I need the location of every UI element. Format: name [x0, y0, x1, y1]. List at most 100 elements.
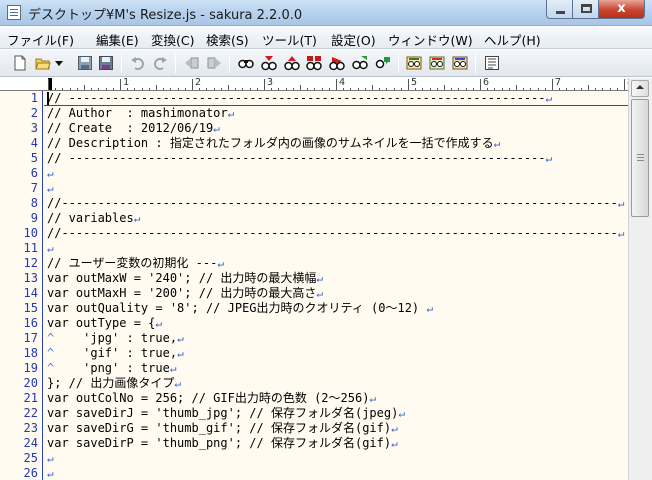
ruler-tick: [192, 79, 193, 90]
code-line[interactable]: // Description : 指定されたフォルダ内の画像のサムネイルを一括で…: [47, 136, 500, 151]
code-text: // ユーザー変数の初期化 ---: [47, 256, 218, 270]
tag-jump-back-icon[interactable]: [452, 55, 468, 71]
code-line[interactable]: }; // 出力画像タイプ↵: [47, 376, 181, 391]
menu-settings[interactable]: 設定(O): [331, 30, 376, 49]
code-line[interactable]: var saveDirP = 'thumb_png'; // 保存フォルダ名(g…: [47, 436, 398, 451]
eol-mark: ↵: [316, 287, 324, 300]
code-line[interactable]: var outMaxW = '240'; // 出力時の最大横幅↵: [47, 271, 323, 286]
search-icon[interactable]: [238, 55, 254, 71]
close-button[interactable]: x: [598, 0, 645, 19]
line-number: 23: [23, 421, 38, 435]
code-line[interactable]: ↵: [47, 466, 54, 480]
maximize-button[interactable]: [572, 0, 599, 19]
code-line[interactable]: // -------------------------------------…: [47, 91, 552, 106]
toolbar-separator: [121, 54, 122, 73]
code-line[interactable]: ↵: [47, 451, 54, 466]
code-line[interactable]: var saveDirJ = 'thumb_jpg'; // 保存フォルダ名(j…: [47, 406, 405, 421]
code-line[interactable]: ↵: [47, 241, 54, 256]
code-line[interactable]: // Create : 2012/06/19↵: [47, 121, 220, 136]
code-line[interactable]: ^ 'jpg' : true,↵: [47, 331, 184, 346]
code-text: 'png' : true: [54, 361, 170, 375]
scroll-up-button[interactable]: [631, 80, 649, 97]
eol-mark: ↵: [316, 272, 324, 285]
code-line[interactable]: ↵: [47, 166, 54, 181]
save-all-icon[interactable]: [98, 55, 114, 71]
ruler-tick: [48, 79, 49, 90]
eol-mark: ↵: [227, 107, 235, 120]
highlight-icon[interactable]: [329, 55, 345, 71]
menu-search[interactable]: 検索(S): [206, 30, 249, 49]
grep-icon[interactable]: [375, 55, 391, 71]
eol-mark: ↵: [493, 137, 501, 150]
code-line[interactable]: // variables↵: [47, 211, 140, 226]
search-next-icon[interactable]: [284, 55, 300, 71]
code-line[interactable]: var outType = {↵: [47, 316, 162, 331]
new-file-icon[interactable]: [12, 55, 28, 71]
code-text: var outType = {: [47, 316, 156, 330]
save-icon[interactable]: [77, 55, 93, 71]
line-number: 4: [30, 136, 38, 150]
line-number: 16: [23, 316, 38, 330]
open-file-icon[interactable]: [35, 55, 51, 71]
scroll-thumb[interactable]: [631, 99, 649, 217]
line-number: 18: [23, 346, 38, 360]
code-line[interactable]: // ユーザー変数の初期化 ---↵: [47, 256, 224, 271]
line-number: 5: [30, 151, 38, 165]
minimize-button[interactable]: [546, 0, 573, 19]
menu-file[interactable]: ファイル(F): [7, 30, 74, 49]
ruler-number: 6: [483, 78, 490, 88]
maximize-icon: [581, 4, 592, 13]
grep-replace-icon[interactable]: [406, 55, 422, 71]
vertical-scrollbar[interactable]: [628, 78, 652, 480]
ruler-tick: [624, 79, 625, 90]
menu-window[interactable]: ウィンドウ(W): [388, 30, 473, 49]
line-number: 26: [23, 466, 38, 480]
code-line[interactable]: var saveDirG = 'thumb_gif'; // 保存フォルダ名(g…: [47, 421, 398, 436]
line-number: 1: [30, 91, 38, 105]
undo-icon[interactable]: [130, 55, 146, 71]
back-icon[interactable]: [184, 55, 200, 71]
code-line[interactable]: // Author : mashimonator↵: [47, 106, 234, 121]
eol-mark: ↵: [213, 122, 220, 135]
code-text: // Create : 2012/06/19: [47, 121, 214, 135]
code-line[interactable]: var outQuality = '8'; // JPEG出力時のクオリティ (…: [47, 301, 433, 316]
code-line[interactable]: // -------------------------------------…: [47, 151, 552, 166]
open-dropdown-icon[interactable]: [54, 55, 64, 71]
code-line[interactable]: ↵: [47, 181, 54, 196]
search-prev-icon[interactable]: [261, 55, 277, 71]
ruler-number: 4: [339, 78, 346, 88]
editor[interactable]: 1 2 3 4 5 6 7 8 9 10 11 12 13 14 15 16 17 18 19 20 21 22 23 24 2…: [0, 91, 628, 480]
line-number: 13: [23, 271, 38, 285]
code-line[interactable]: ^ 'png' : true↵: [47, 361, 176, 376]
menu-help[interactable]: ヘルプ(H): [484, 30, 541, 49]
code-text: // -------------------------------------…: [47, 151, 546, 165]
eol-mark: ↵: [47, 242, 54, 255]
chevron-up-icon: [636, 85, 644, 89]
replace-icon[interactable]: [306, 55, 322, 71]
code-line[interactable]: //--------------------------------------…: [47, 226, 624, 241]
ruler-number: 2: [195, 78, 202, 88]
code-line[interactable]: var outMaxH = '200'; // 出力時の最大高さ↵: [47, 286, 323, 301]
ruler-number: 7: [555, 78, 562, 88]
line-number: 14: [23, 286, 38, 300]
forward-icon[interactable]: [206, 55, 222, 71]
code-line[interactable]: var outColNo = 256; // GIF出力時の色数 (2～256)…: [47, 391, 376, 406]
code-area[interactable]: // -------------------------------------…: [44, 91, 628, 480]
eol-mark: ↵: [545, 152, 553, 165]
code-line[interactable]: ^ 'gif' : true,↵: [47, 346, 184, 361]
line-number: 19: [23, 361, 38, 375]
menu-tools[interactable]: ツール(T): [262, 30, 317, 49]
title-bar: デスクトップ¥M's Resize.js - sakura 2.2.0.0 x: [0, 0, 652, 26]
jump-icon[interactable]: [352, 55, 368, 71]
redo-icon[interactable]: [152, 55, 168, 71]
line-number: 11: [23, 241, 38, 255]
menu-edit[interactable]: 編集(E): [96, 30, 139, 49]
menu-convert[interactable]: 変換(C): [151, 30, 194, 49]
outline-icon[interactable]: [484, 55, 500, 71]
tag-jump-icon[interactable]: [429, 55, 445, 71]
code-line[interactable]: //--------------------------------------…: [47, 196, 624, 211]
code-text: var saveDirP = 'thumb_png'; // 保存フォルダ名(g…: [47, 436, 392, 450]
app-icon[interactable]: [7, 5, 21, 20]
eol-mark: ↵: [617, 227, 625, 240]
eol-mark: ↵: [47, 452, 54, 465]
